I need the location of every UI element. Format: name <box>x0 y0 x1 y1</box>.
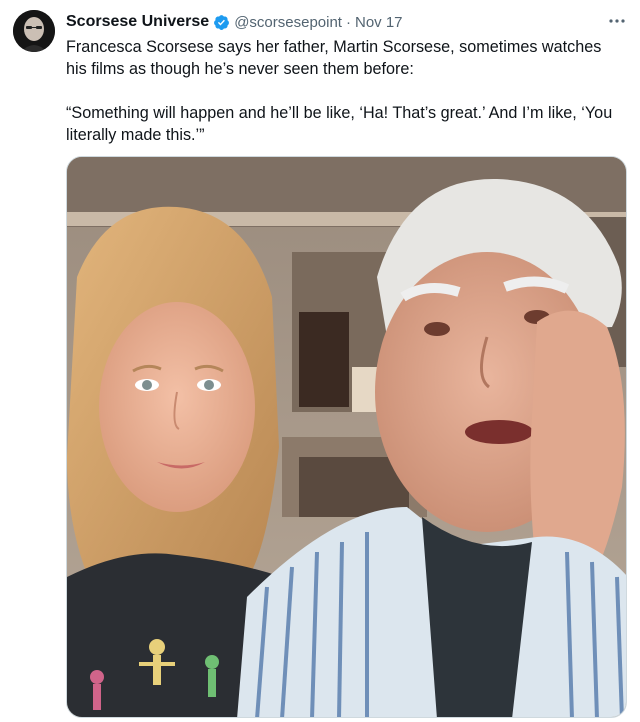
separator-dot: · <box>345 13 351 31</box>
tweet-media-photo[interactable] <box>66 156 627 718</box>
tweet-date[interactable]: Nov 17 <box>355 14 403 31</box>
more-options-icon[interactable] <box>606 12 628 30</box>
tweet-header: Scorsese Universe @scorsesepoint · Nov 1… <box>66 11 626 33</box>
avatar[interactable] <box>13 10 55 52</box>
tweet[interactable]: Scorsese Universe @scorsesepoint · Nov 1… <box>0 0 640 722</box>
tweet-quote: “Something will happen and he’ll be like… <box>66 104 613 144</box>
author-name[interactable]: Scorsese Universe <box>66 13 209 31</box>
verified-badge-icon <box>213 14 230 31</box>
tweet-text-line: Francesca Scorsese says her father, Mart… <box>66 38 602 78</box>
author-handle[interactable]: @scorsesepoint <box>234 14 342 31</box>
tweet-text: Francesca Scorsese says her father, Mart… <box>66 36 626 146</box>
